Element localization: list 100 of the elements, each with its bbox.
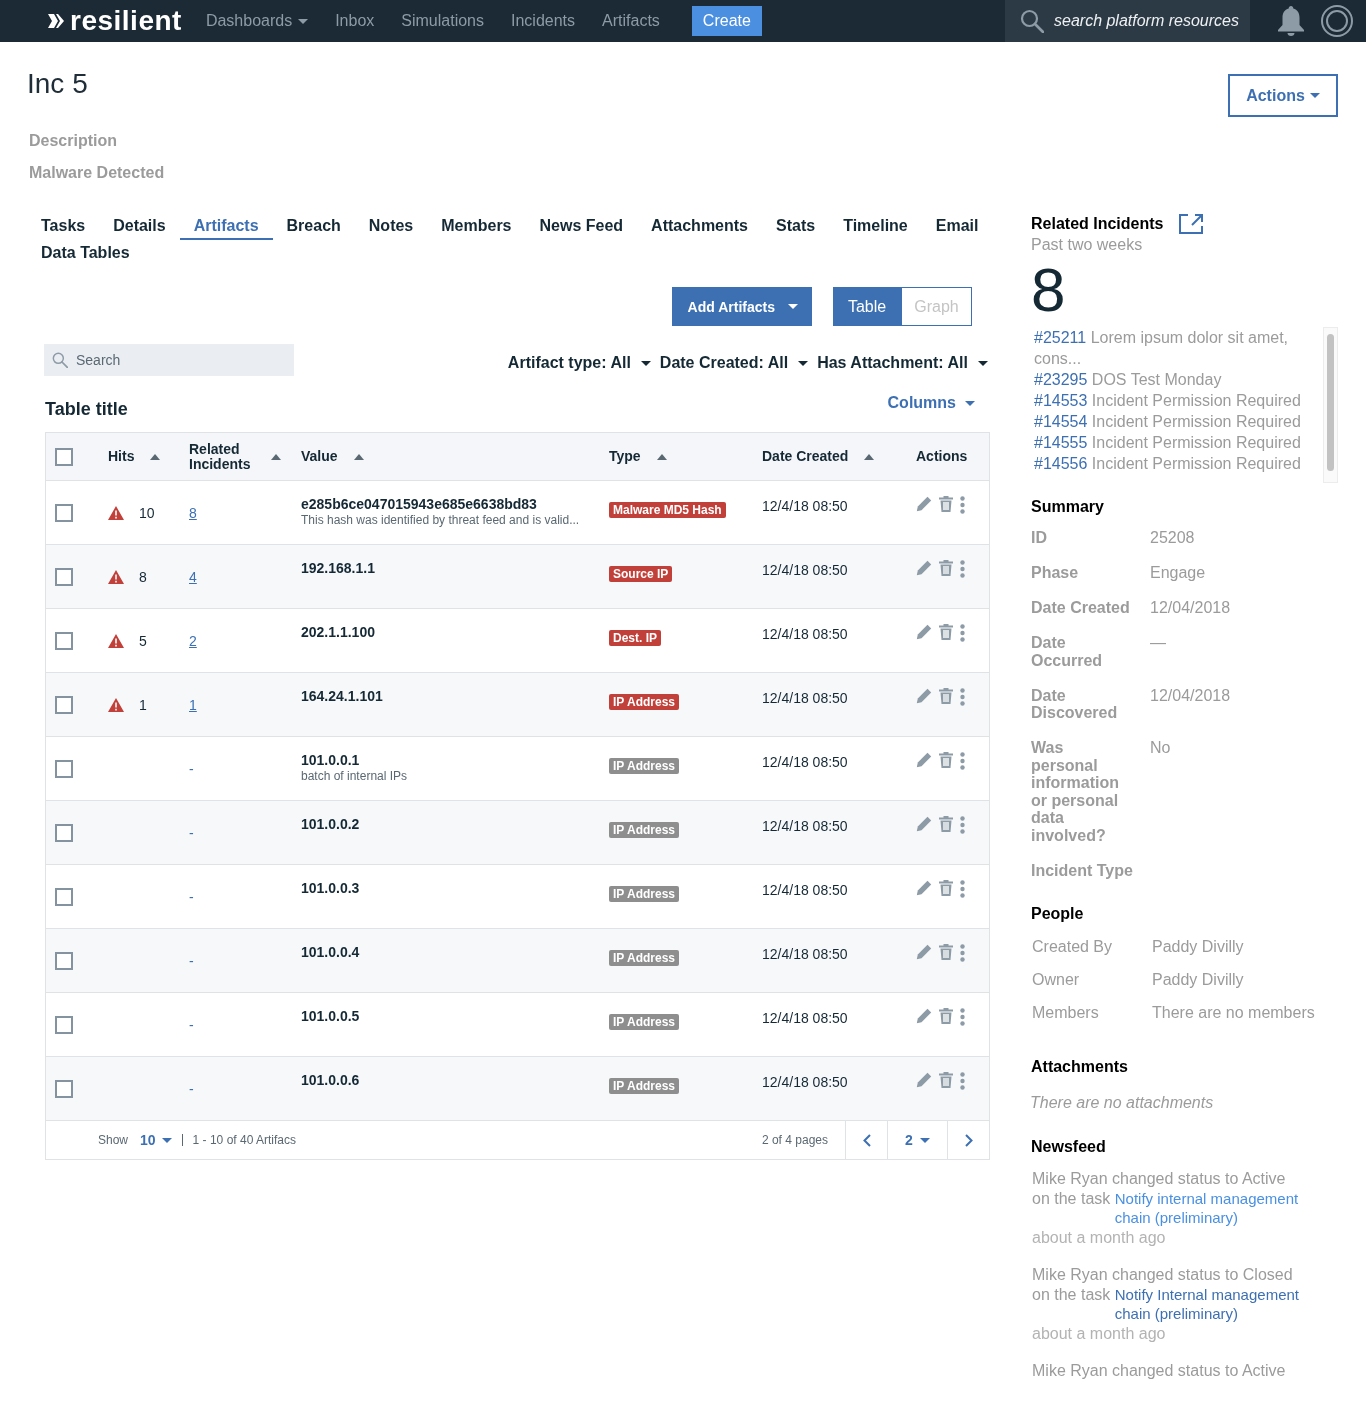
column-header[interactable]: Value (301, 449, 364, 464)
checkbox[interactable] (55, 567, 73, 586)
column-header[interactable]: Date Created (762, 449, 875, 464)
related-incidents-link[interactable]: 4 (189, 567, 197, 586)
checkbox[interactable] (55, 951, 73, 970)
incident-link[interactable]: #14556 (1034, 455, 1088, 472)
nav-link[interactable]: Simulations (401, 11, 484, 31)
tab[interactable]: Artifacts (179, 213, 273, 240)
tab[interactable]: Email (921, 213, 993, 240)
tab[interactable]: Timeline (829, 213, 922, 240)
pencil-icon[interactable] (916, 816, 932, 832)
trash-icon[interactable] (939, 880, 953, 896)
tab[interactable]: Details (99, 213, 180, 240)
search-field[interactable]: search platform resources (1005, 0, 1250, 42)
trash-icon[interactable] (939, 752, 953, 768)
trash-icon[interactable] (939, 560, 953, 576)
related-incidents-link[interactable]: 8 (189, 503, 197, 522)
tab[interactable]: Breach (272, 213, 355, 240)
related-incidents-link[interactable]: - (189, 1079, 194, 1098)
pencil-icon[interactable] (916, 880, 932, 896)
scrollbar[interactable] (1323, 327, 1338, 483)
tab[interactable]: Notes (354, 213, 428, 240)
related-incidents-link[interactable]: 2 (189, 631, 197, 650)
tab[interactable]: Members (427, 213, 526, 240)
add-artifacts-button[interactable]: Add Artifacts (671, 287, 812, 326)
view-toggle-button[interactable]: Table (833, 287, 901, 326)
checkbox[interactable] (55, 503, 73, 522)
filter-dropdown[interactable]: Date Created: All (659, 353, 809, 373)
vertical-dots-icon[interactable] (960, 944, 965, 962)
logo-icon[interactable] (48, 13, 64, 29)
trash-icon[interactable] (939, 944, 953, 960)
task-link[interactable]: Notify Internal management chain (preliminary) (1114, 1284, 1304, 1324)
related-incidents-link[interactable]: - (189, 759, 194, 778)
pencil-icon[interactable] (916, 624, 932, 640)
bell-icon[interactable] (1278, 6, 1304, 36)
tab[interactable]: Data Tables (27, 240, 144, 267)
trash-icon[interactable] (939, 1008, 953, 1024)
user-icon[interactable] (1321, 5, 1353, 37)
pencil-icon[interactable] (916, 1008, 932, 1024)
pencil-icon[interactable] (916, 752, 932, 768)
nav-link[interactable]: Incidents (511, 11, 576, 31)
incident-link[interactable]: #14554 (1034, 413, 1088, 430)
trash-icon[interactable] (939, 688, 953, 704)
trash-icon[interactable] (939, 624, 953, 640)
pencil-icon[interactable] (916, 688, 932, 704)
related-incidents-link[interactable]: - (189, 887, 194, 906)
vertical-dots-icon[interactable] (960, 1072, 965, 1090)
pencil-icon[interactable] (916, 1072, 932, 1088)
create-button[interactable]: Create (691, 6, 762, 36)
sort-icon[interactable] (656, 453, 667, 460)
vertical-dots-icon[interactable] (960, 688, 965, 706)
nav-link[interactable]: Inbox (335, 11, 375, 31)
filter-dropdown[interactable]: Has Attachment: All (817, 353, 988, 373)
sort-icon[interactable] (864, 453, 875, 460)
logo-text[interactable]: resilient (70, 6, 182, 36)
incident-link[interactable]: #25211 (1034, 329, 1087, 346)
incident-link[interactable]: #23295 (1034, 371, 1088, 388)
checkbox[interactable] (55, 447, 73, 466)
vertical-dots-icon[interactable] (960, 560, 965, 578)
checkbox[interactable] (55, 631, 73, 650)
related-incidents-link[interactable]: 1 (189, 695, 197, 714)
task-link[interactable]: Notify internal management chain (preliminary) (1114, 1188, 1304, 1228)
checkbox[interactable] (55, 759, 73, 778)
columns-button[interactable]: Columns (887, 393, 975, 413)
pencil-icon[interactable] (916, 944, 932, 960)
column-header[interactable]: Related Incidents (189, 441, 281, 472)
incident-link[interactable]: #14553 (1034, 392, 1088, 409)
checkbox[interactable] (55, 887, 73, 906)
related-incidents-link[interactable]: - (189, 1015, 194, 1034)
related-incidents-link[interactable]: - (189, 951, 194, 970)
tab[interactable]: Stats (762, 213, 830, 240)
nav-link[interactable]: Artifacts (602, 11, 660, 31)
sort-icon[interactable] (353, 453, 364, 460)
incident-link[interactable]: #14555 (1034, 434, 1088, 451)
related-incidents-link[interactable]: - (189, 823, 194, 842)
search-field[interactable]: Search (44, 344, 294, 376)
actions-button[interactable]: Actions (1228, 74, 1338, 117)
sort-icon[interactable] (150, 453, 161, 460)
checkbox[interactable] (55, 1015, 73, 1034)
column-header[interactable]: Type (609, 449, 667, 464)
pencil-icon[interactable] (916, 560, 932, 576)
vertical-dots-icon[interactable] (960, 816, 965, 834)
checkbox[interactable] (55, 823, 73, 842)
checkbox[interactable] (55, 695, 73, 714)
vertical-dots-icon[interactable] (960, 496, 965, 514)
column-header[interactable]: Hits (108, 449, 161, 464)
nav-link[interactable]: Dashboards (205, 11, 309, 31)
external-link-icon[interactable] (1179, 214, 1204, 234)
page-size-select[interactable]: 10 (140, 1132, 172, 1148)
vertical-dots-icon[interactable] (960, 624, 965, 642)
tab[interactable]: Tasks (27, 213, 100, 240)
pencil-icon[interactable] (916, 496, 932, 512)
tab[interactable]: News Feed (525, 213, 638, 240)
vertical-dots-icon[interactable] (960, 752, 965, 770)
tab[interactable]: Attachments (637, 213, 762, 240)
sort-icon[interactable] (271, 453, 281, 460)
checkbox[interactable] (55, 1079, 73, 1098)
trash-icon[interactable] (939, 1072, 953, 1088)
trash-icon[interactable] (939, 496, 953, 512)
vertical-dots-icon[interactable] (960, 880, 965, 898)
